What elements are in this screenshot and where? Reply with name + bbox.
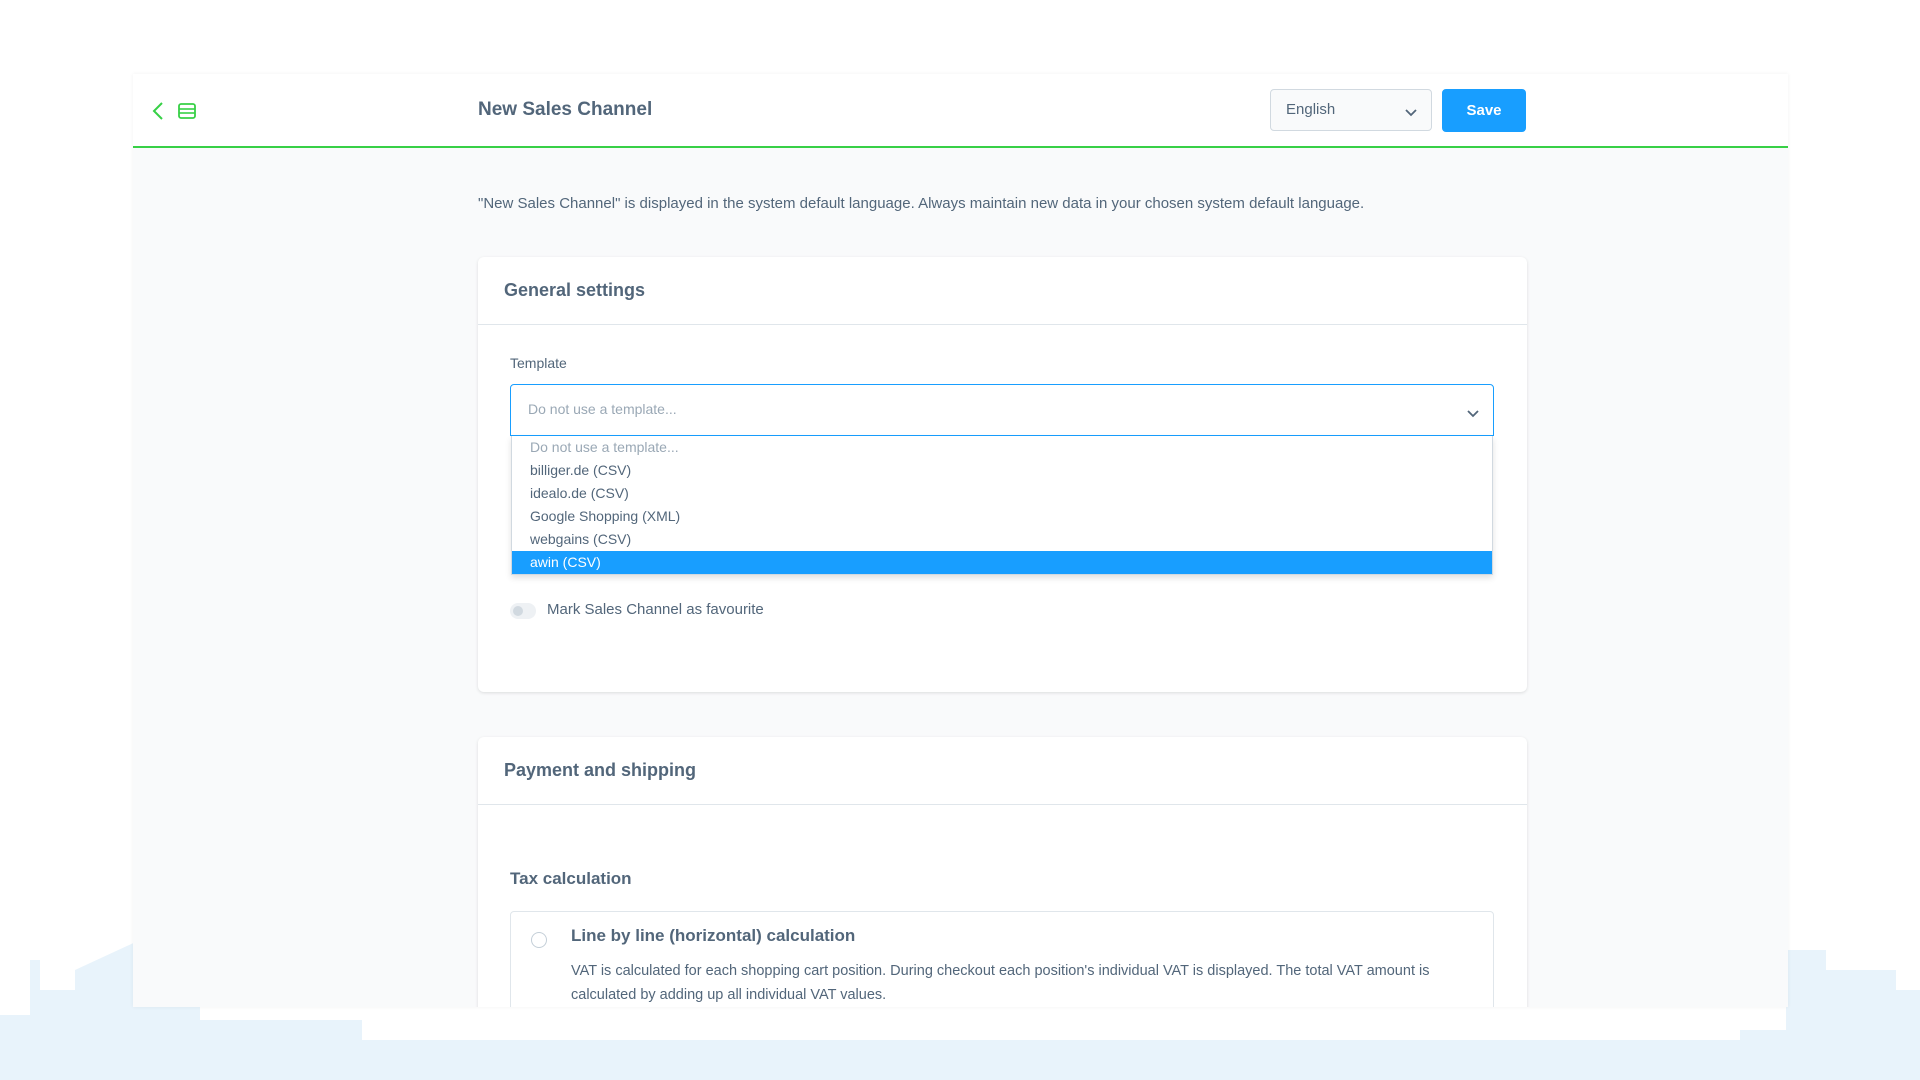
chevron-down-icon [1405,105,1417,117]
card-header: Payment and shipping [478,737,1527,805]
dropdown-option[interactable]: Do not use a template... [512,436,1492,459]
dropdown-option-highlighted[interactable]: awin (CSV) [512,551,1492,574]
save-button[interactable]: Save [1442,89,1526,132]
tax-option-description: VAT is calculated for each shopping cart… [571,963,1430,1003]
dropdown-option[interactable]: webgains (CSV) [512,528,1492,551]
general-settings-card: General settings Template Do not use a t… [478,257,1527,692]
language-select[interactable]: English [1270,89,1432,131]
favourite-label: Mark Sales Channel as favourite [547,601,764,618]
dropdown-option[interactable]: billiger.de (CSV) [512,459,1492,482]
tax-calculation-heading: Tax calculation [510,869,632,888]
dropdown-option[interactable]: Google Shopping (XML) [512,505,1492,528]
card-title: General settings [504,280,646,300]
language-value: English [1286,101,1336,118]
payment-shipping-card: Payment and shipping Tax calculation Lin… [478,737,1527,1007]
top-bar: New Sales Channel English Save [133,74,1788,148]
dropdown-option[interactable]: idealo.de (CSV) [512,482,1492,505]
app-window: New Sales Channel English Save "New Sale… [133,74,1788,1007]
card-title: Payment and shipping [504,760,697,780]
arrow-left-icon[interactable] [149,100,169,122]
template-dropdown: Do not use a template... billiger.de (CS… [511,436,1493,575]
tax-option-title: Line by line (horizontal) calculation [571,926,856,945]
tax-option-horizontal[interactable]: Line by line (horizontal) calculation VA… [510,911,1494,1007]
language-notice: "New Sales Channel" is displayed in the … [478,195,1365,212]
list-icon[interactable] [177,100,197,122]
page-title: New Sales Channel [478,99,653,120]
template-label: Template [510,355,567,371]
template-select[interactable]: Do not use a template... [510,384,1494,436]
template-placeholder: Do not use a template... [528,401,677,417]
card-header: General settings [478,257,1527,325]
radio-button[interactable] [531,932,547,948]
chevron-down-icon [1467,406,1479,418]
favourite-toggle[interactable] [510,603,536,619]
toggle-knob [513,606,523,616]
